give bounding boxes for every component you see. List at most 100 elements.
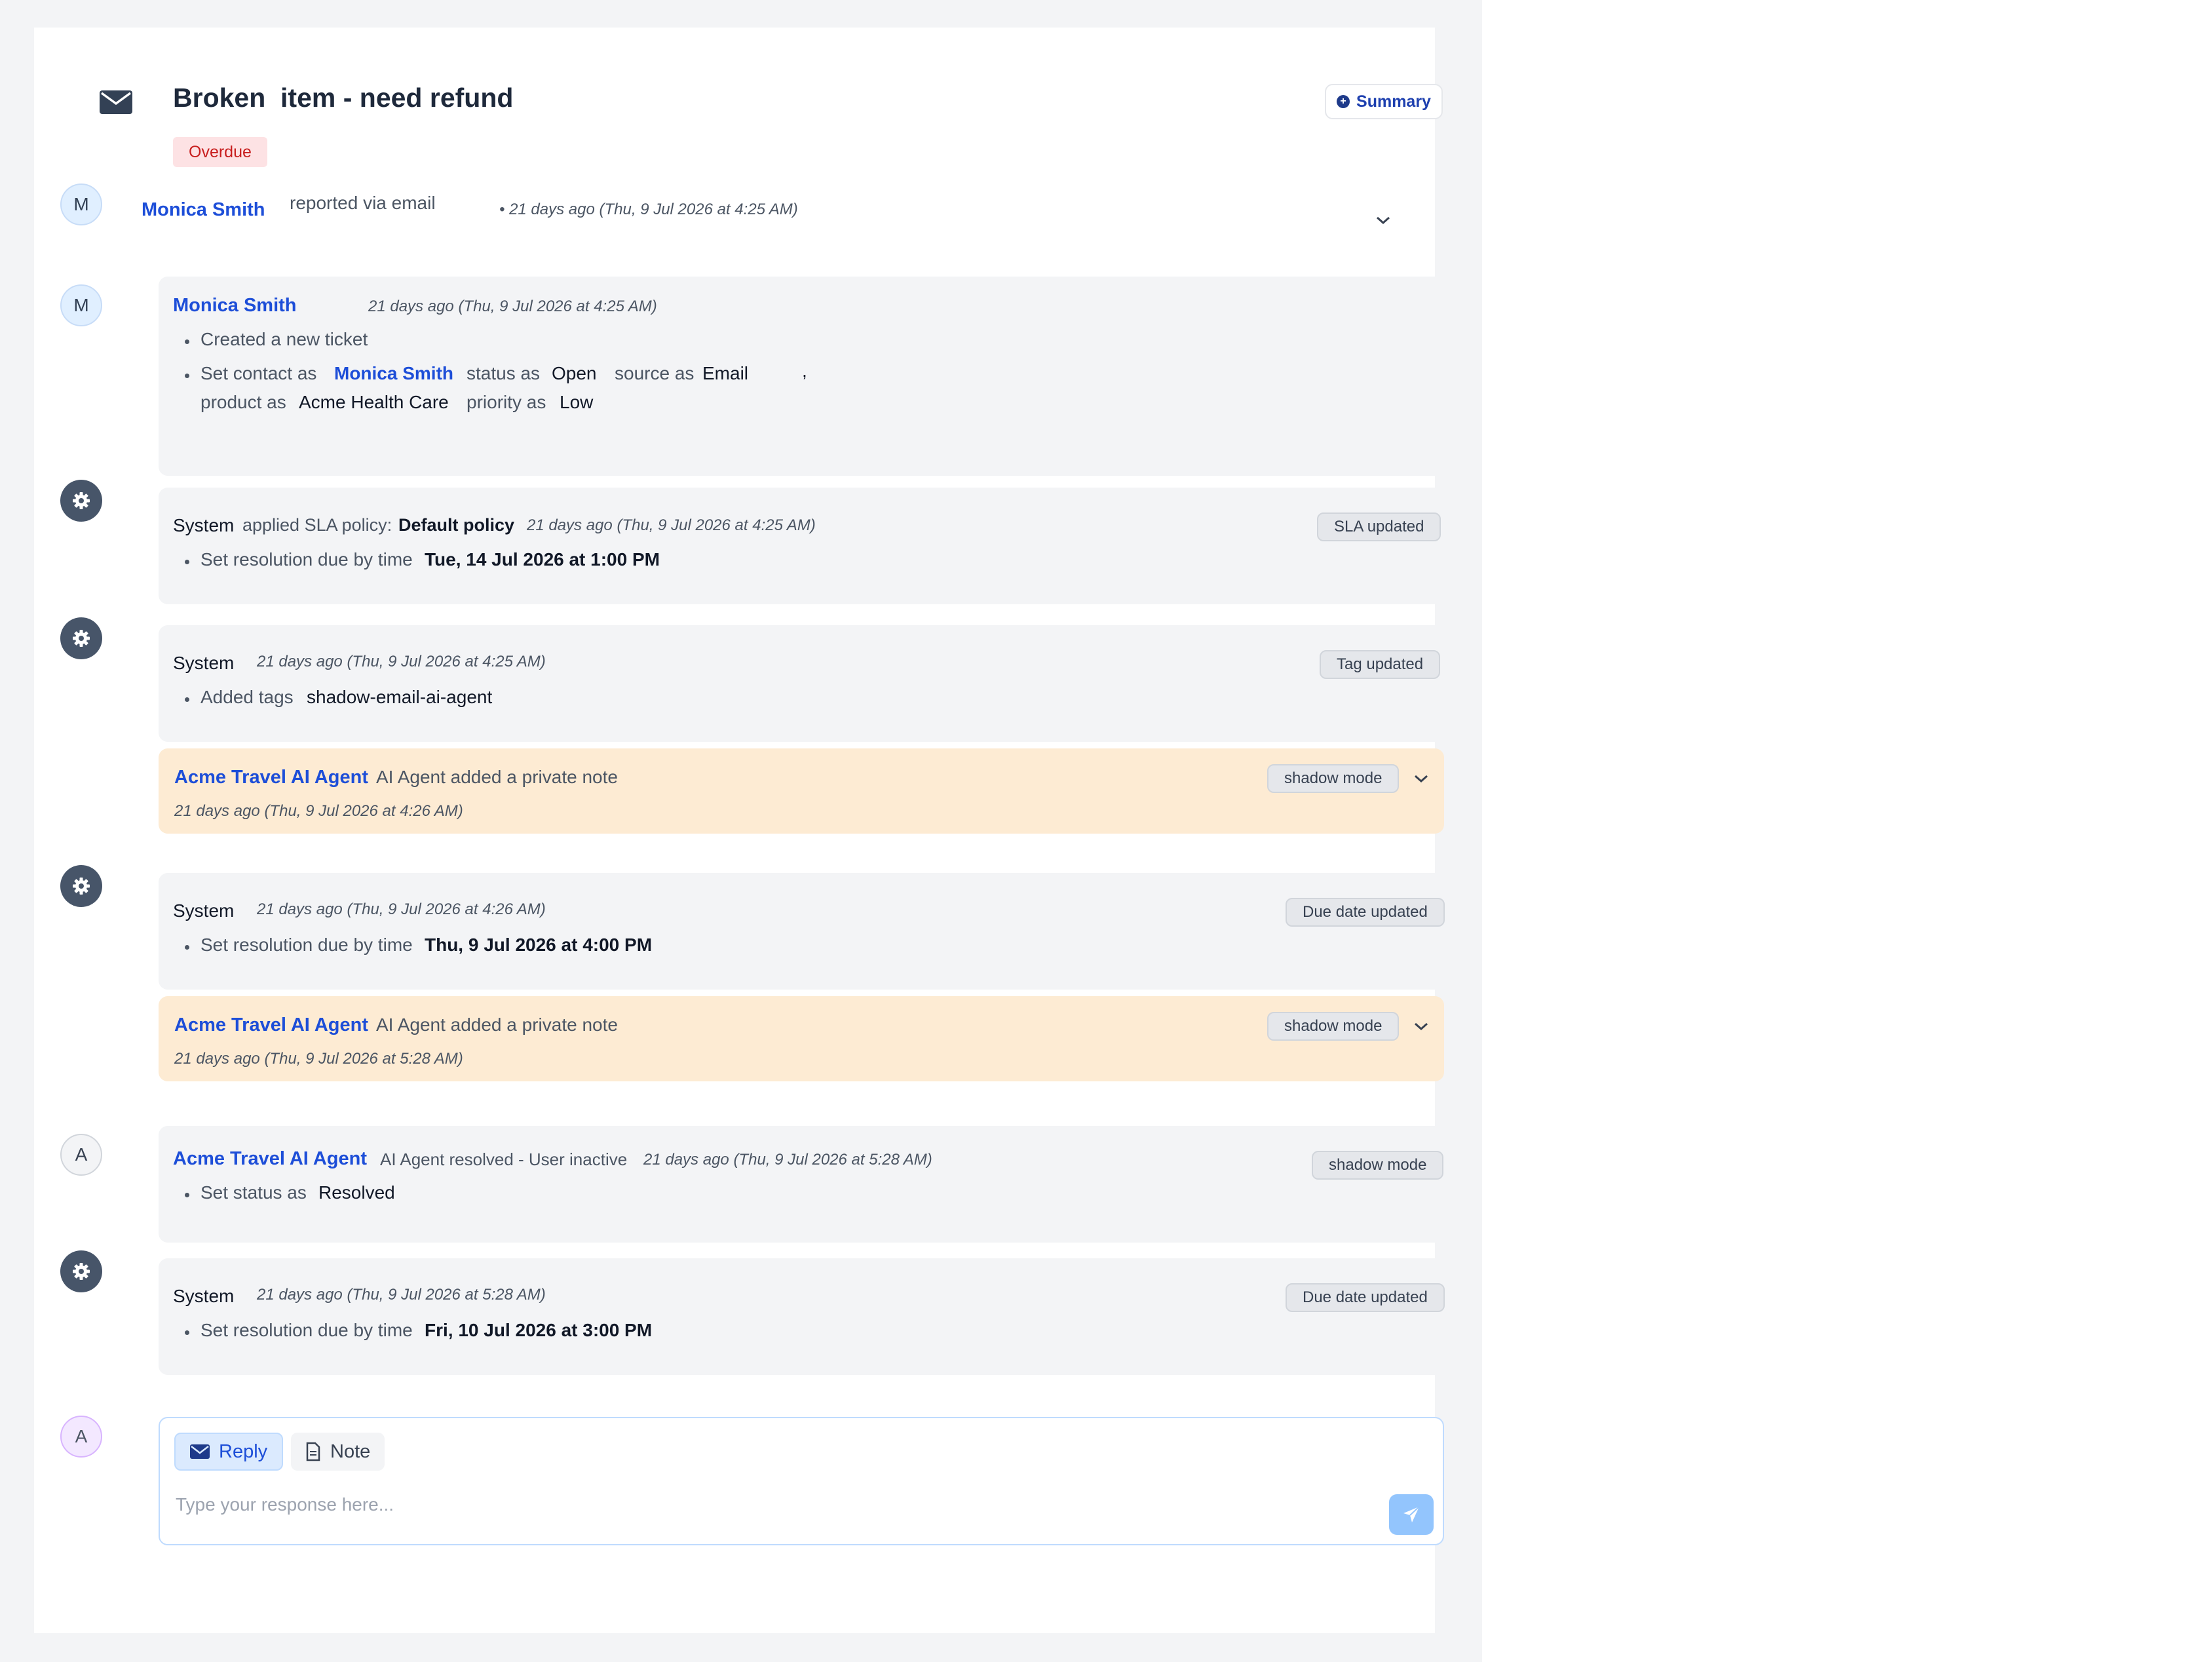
report-method: reported via email: [290, 193, 436, 213]
bullet: [185, 697, 189, 702]
reply-tab[interactable]: Reply: [174, 1433, 284, 1471]
activity-item-label: Set resolution due by time: [200, 1320, 413, 1340]
envelope-icon: [190, 1444, 210, 1459]
activity-item-label: Set resolution due by time: [200, 935, 413, 955]
activity-timestamp: 21 days ago (Thu, 9 Jul 2026 at 4:25 AM): [527, 516, 816, 534]
chevron-down-icon[interactable]: [1375, 215, 1392, 225]
activity-item-label: Set resolution due by time: [200, 549, 413, 570]
chevron-down-icon[interactable]: [1413, 773, 1430, 784]
gear-icon: [73, 1263, 90, 1280]
contact-link[interactable]: Monica Smith: [334, 363, 453, 384]
shadow-mode-tag: shadow mode: [1312, 1151, 1444, 1180]
set-contact-label: Set contact as: [200, 363, 317, 383]
activity-item-value: Tue, 14 Jul 2026 at 1:00 PM: [425, 549, 660, 570]
activity-item-label: Added tags: [200, 687, 294, 707]
activity-card: Acme Travel AI Agent AI Agent resolved -…: [159, 1126, 1444, 1243]
summary-button[interactable]: + Summary: [1325, 84, 1443, 119]
status-value: Open: [552, 363, 597, 383]
bullet: [185, 374, 189, 378]
bullet: [185, 560, 189, 564]
avatar: A: [60, 1416, 102, 1458]
source-value: Email: [702, 363, 749, 383]
activity-timestamp: 21 days ago (Thu, 9 Jul 2026 at 4:26 AM): [257, 900, 546, 918]
activity-timestamp: 21 days ago (Thu, 9 Jul 2026 at 4:25 AM): [368, 298, 657, 315]
bullet: [185, 339, 189, 344]
sla-updated-tag: SLA updated: [1317, 512, 1441, 541]
activity-item: Created a new ticket: [200, 329, 368, 349]
system-avatar: [60, 480, 102, 522]
separator: ,: [802, 360, 807, 381]
reply-composer: Reply Note: [159, 1417, 1444, 1545]
note-label: Note: [330, 1440, 371, 1462]
activity-card: System applied SLA policy: Default polic…: [159, 488, 1444, 604]
product-value: Acme Health Care: [299, 392, 449, 412]
bullet: [185, 1193, 189, 1197]
private-note-card[interactable]: Acme Travel AI Agent AI Agent added a pr…: [159, 996, 1444, 1081]
plus-icon: +: [1337, 95, 1350, 108]
document-icon: [306, 1442, 320, 1461]
activity-action: AI Agent added a private note: [376, 767, 618, 787]
ticket-panel: Broken item - need refund Overdue + Summ…: [34, 28, 1445, 1633]
shadow-mode-tag: shadow mode: [1267, 1012, 1400, 1041]
activity-timestamp: 21 days ago (Thu, 9 Jul 2026 at 5:28 AM): [643, 1151, 932, 1169]
avatar: M: [60, 184, 102, 225]
due-date-updated-tag: Due date updated: [1286, 898, 1445, 927]
activity-action: applied SLA policy:: [242, 515, 392, 535]
bullet: [185, 1330, 189, 1335]
sla-policy: Default policy: [398, 515, 515, 535]
send-icon: [1403, 1506, 1420, 1522]
activity-item-label: Set status as: [200, 1182, 307, 1203]
avatar: M: [60, 284, 102, 326]
system-avatar: [60, 865, 102, 907]
activity-timestamp: 21 days ago (Thu, 9 Jul 2026 at 5:28 AM): [257, 1286, 546, 1304]
reply-label: Reply: [219, 1440, 268, 1462]
gear-icon: [73, 630, 90, 647]
status-label: status as: [467, 363, 541, 383]
priority-label: priority as: [467, 392, 546, 412]
bullet: [185, 945, 189, 950]
actor-name[interactable]: Acme Travel AI Agent: [174, 1015, 368, 1036]
ticket-title: Broken item - need refund: [173, 83, 514, 113]
activity-action: AI Agent resolved - User inactive: [380, 1150, 628, 1169]
activity-item-value: shadow-email-ai-agent: [307, 687, 493, 707]
activity-item-value: Resolved: [318, 1182, 395, 1203]
actor-name[interactable]: Acme Travel AI Agent: [173, 1148, 367, 1170]
status-badge: Overdue: [173, 137, 267, 167]
activity-action: AI Agent added a private note: [376, 1015, 618, 1035]
reply-input[interactable]: [174, 1489, 1356, 1520]
product-label: product as: [200, 392, 286, 412]
envelope-icon: [100, 90, 132, 114]
report-timestamp: • 21 days ago (Thu, 9 Jul 2026 at 4:25 A…: [499, 201, 798, 218]
system-avatar: [60, 617, 102, 659]
actor-name[interactable]: Monica Smith: [173, 295, 297, 317]
gear-icon: [73, 878, 90, 895]
activity-card: System 21 days ago (Thu, 9 Jul 2026 at 5…: [159, 1258, 1445, 1375]
chevron-down-icon[interactable]: [1413, 1021, 1430, 1032]
priority-value: Low: [560, 392, 594, 412]
send-button[interactable]: [1389, 1494, 1434, 1535]
activity-card: System 21 days ago (Thu, 9 Jul 2026 at 4…: [159, 873, 1445, 990]
activity-timestamp: 21 days ago (Thu, 9 Jul 2026 at 4:26 AM): [174, 802, 463, 820]
shadow-mode-tag: shadow mode: [1267, 764, 1400, 793]
source-label: source as: [615, 363, 695, 383]
actor-name: System: [173, 515, 235, 535]
reporter-name[interactable]: Monica Smith: [142, 199, 265, 221]
avatar: A: [60, 1134, 102, 1176]
note-tab[interactable]: Note: [291, 1433, 385, 1471]
actor-name[interactable]: Acme Travel AI Agent: [174, 767, 368, 788]
system-avatar: [60, 1250, 102, 1292]
actor-name: System: [173, 900, 235, 921]
activity-card: System 21 days ago (Thu, 9 Jul 2026 at 4…: [159, 625, 1444, 742]
actor-name: System: [173, 653, 235, 673]
tag-updated-tag: Tag updated: [1320, 650, 1441, 679]
private-note-card[interactable]: Acme Travel AI Agent AI Agent added a pr…: [159, 748, 1444, 834]
summary-label: Summary: [1356, 92, 1431, 111]
activity-timestamp: 21 days ago (Thu, 9 Jul 2026 at 5:28 AM): [174, 1050, 463, 1068]
activity-card: Monica Smith 21 days ago (Thu, 9 Jul 202…: [159, 277, 1444, 476]
actor-name: System: [173, 1286, 235, 1306]
activity-item-value: Thu, 9 Jul 2026 at 4:00 PM: [425, 935, 653, 955]
activity-item-value: Fri, 10 Jul 2026 at 3:00 PM: [425, 1320, 653, 1340]
activity-timestamp: 21 days ago (Thu, 9 Jul 2026 at 4:25 AM): [257, 653, 546, 670]
gear-icon: [73, 492, 90, 509]
due-date-updated-tag: Due date updated: [1286, 1283, 1445, 1312]
